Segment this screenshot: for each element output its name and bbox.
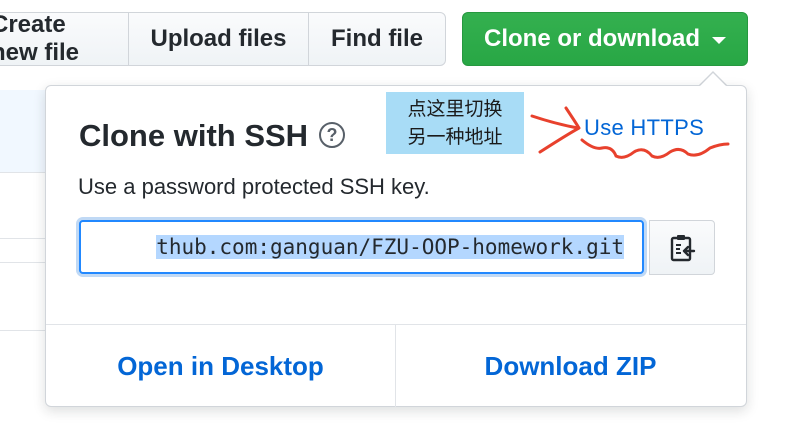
upload-files-label: Upload files (150, 25, 287, 52)
background-divider (0, 262, 48, 263)
clone-url-text: thub.com:ganguan/FZU-OOP-homework.git (156, 235, 624, 259)
background-divider (0, 238, 48, 239)
download-zip-button[interactable]: Download ZIP (396, 325, 745, 407)
ssh-description: Use a password protected SSH key. (78, 174, 430, 199)
find-file-button[interactable]: Find file (308, 12, 446, 66)
clone-dropdown-panel: Clone with SSH ? 点这里切换 另一种地址 Use HTTPS U… (45, 85, 747, 407)
annotation-arrow-head (538, 106, 581, 154)
annotation-note: 点这里切换 另一种地址 (386, 92, 524, 154)
download-zip-label: Download ZIP (484, 350, 657, 381)
annotation-line-2: 另一种地址 (407, 126, 503, 148)
create-new-file-label: Create new file (0, 11, 80, 66)
caret-down-icon (712, 37, 726, 44)
find-file-label: Find file (331, 25, 423, 52)
create-new-file-button[interactable]: Create new file (0, 11, 129, 66)
background-row-highlight (0, 90, 48, 172)
open-in-desktop-button[interactable]: Open in Desktop (46, 325, 395, 407)
clone-or-download-label: Clone or download (484, 25, 700, 52)
clipboard-icon (670, 234, 696, 261)
background-divider (0, 330, 48, 331)
dropdown-pointer-fill (699, 73, 727, 87)
annotation-arrow-shaft (530, 114, 580, 130)
annotation-line-1: 点这里切换 (407, 98, 503, 120)
clone-or-download-button[interactable]: Clone or download (462, 12, 748, 66)
clone-url-input[interactable]: thub.com:ganguan/FZU-OOP-homework.git (79, 220, 644, 274)
copy-url-button[interactable] (649, 220, 715, 275)
question-circle-icon[interactable]: ? (319, 122, 345, 148)
upload-files-button[interactable]: Upload files (128, 12, 309, 66)
clone-panel-title: Clone with SSH (79, 118, 309, 153)
annotation-underline-scribble (580, 138, 730, 159)
background-divider (0, 172, 48, 173)
open-in-desktop-label: Open in Desktop (117, 350, 324, 381)
clone-panel-footer: Open in Desktop Download ZIP (46, 324, 746, 407)
use-https-link[interactable]: Use HTTPS (584, 115, 704, 141)
